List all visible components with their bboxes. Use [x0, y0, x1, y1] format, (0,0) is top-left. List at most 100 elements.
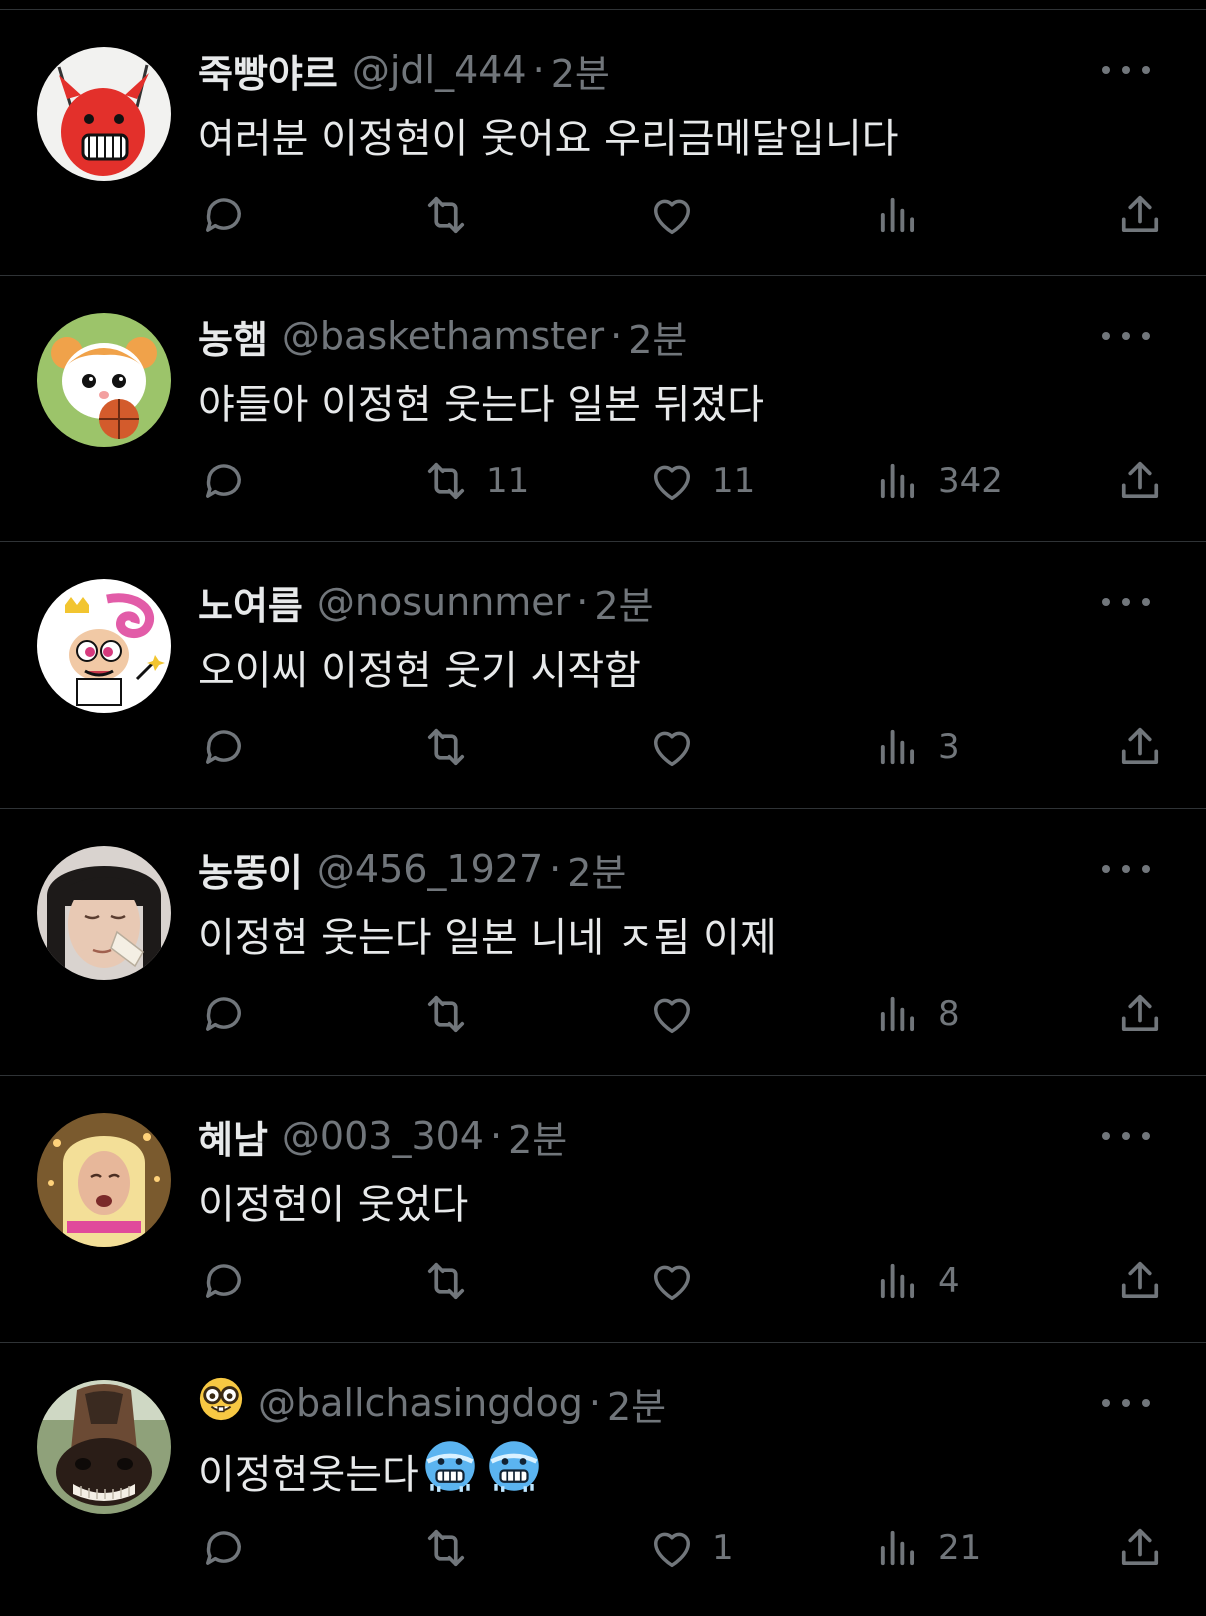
reply-icon — [206, 1264, 241, 1298]
cartoon-fairy-avatar-icon — [37, 579, 171, 713]
like-button[interactable] — [646, 979, 712, 1049]
share-button[interactable] — [1114, 446, 1166, 516]
share-button[interactable] — [1114, 1246, 1166, 1316]
heart-icon — [654, 199, 690, 235]
heart-icon — [654, 465, 690, 501]
more-options-icon[interactable] — [1102, 58, 1150, 82]
share-icon — [1121, 461, 1159, 499]
retweet-icon — [427, 995, 465, 1033]
timestamp[interactable]: 2분 — [628, 309, 687, 364]
views-button[interactable]: 342 — [872, 446, 1003, 516]
share-button[interactable] — [1114, 180, 1166, 250]
timestamp[interactable]: 2분 — [607, 1376, 666, 1431]
retweet-button[interactable] — [420, 1246, 486, 1316]
tweet-item[interactable]: 농뚱이 @456_1927 · 2분 이정현 웃는다 일본 니네 ㅈ됨 이제 8 — [0, 808, 1206, 1074]
user-handle[interactable]: @ballchasingdog — [258, 1381, 583, 1425]
tweet-text: 이정현 웃는다 일본 니네 ㅈ됨 이제 — [198, 915, 777, 961]
tweet-text: 여러분 이정현이 웃어요 우리금메달입니다 — [198, 116, 899, 162]
retweet-button[interactable] — [420, 712, 486, 782]
retweet-icon — [427, 196, 465, 234]
display-name[interactable]: 죽빵야르 — [198, 43, 338, 98]
timestamp[interactable]: 2분 — [508, 1109, 567, 1164]
heart-icon — [654, 998, 690, 1034]
like-count: 1 — [712, 1528, 734, 1568]
tweet-text: 이정현웃는다 — [198, 1452, 419, 1498]
bar-chart-icon — [880, 1263, 915, 1299]
like-button[interactable] — [646, 180, 712, 250]
separator-dot: · — [532, 48, 545, 92]
retweet-button[interactable]: 11 — [420, 446, 529, 516]
timestamp[interactable]: 2분 — [594, 575, 653, 630]
views-button[interactable]: 21 — [872, 1513, 981, 1583]
user-handle[interactable]: @003_304 — [282, 1114, 484, 1158]
display-name[interactable]: 혜남 — [198, 1109, 268, 1164]
reply-icon — [206, 730, 241, 764]
views-button[interactable]: 4 — [872, 1246, 960, 1316]
display-name[interactable]: 농뚱이 — [198, 842, 303, 897]
views-button[interactable]: 8 — [872, 979, 960, 1049]
tweet-item[interactable]: 혜남 @003_304 · 2분 이정현이 웃었다 4 — [0, 1075, 1206, 1341]
separator-dot: · — [549, 847, 562, 891]
more-options-icon[interactable] — [1102, 1124, 1150, 1148]
user-handle[interactable]: @baskethamster — [282, 314, 604, 358]
bar-chart-icon — [880, 197, 915, 233]
avatar[interactable] — [37, 1380, 171, 1514]
share-button[interactable] — [1114, 979, 1166, 1049]
blonde-wig-avatar-icon — [37, 1113, 171, 1247]
like-button[interactable]: 11 — [646, 446, 755, 516]
reply-button[interactable] — [198, 180, 250, 250]
tweet-actions: 4 — [0, 1246, 1206, 1316]
like-button[interactable] — [646, 1246, 712, 1316]
reply-icon — [206, 997, 241, 1031]
share-button[interactable] — [1114, 1513, 1166, 1583]
cold-face-emoji-icon — [423, 1439, 477, 1503]
tweet-item[interactable]: @ballchasingdog · 2분 이정현웃는다 1 21 — [0, 1342, 1206, 1608]
nerd-face-emoji-icon[interactable] — [198, 1376, 244, 1431]
tweet-header: @ballchasingdog · 2분 — [198, 1377, 666, 1429]
separator-dot: · — [576, 580, 589, 624]
more-options-icon[interactable] — [1102, 1391, 1150, 1415]
avatar[interactable] — [37, 313, 171, 447]
avatar[interactable] — [37, 1113, 171, 1247]
heart-icon — [654, 731, 690, 767]
more-options-icon[interactable] — [1102, 857, 1150, 881]
reply-button[interactable] — [198, 1513, 250, 1583]
crying-girl-avatar-icon — [37, 846, 171, 980]
user-handle[interactable]: @456_1927 — [317, 847, 543, 891]
reply-icon — [206, 1531, 241, 1565]
tweet-item[interactable]: 죽빵야르 @jdl_444 · 2분 여러분 이정현이 웃어요 우리금메달입니다 — [0, 9, 1206, 275]
retweet-icon — [427, 462, 465, 500]
tweet-item[interactable]: 노여름 @nosunnmer · 2분 오이씨 이정현 웃기 시작함 3 — [0, 541, 1206, 807]
red-monster-avatar-icon — [37, 47, 171, 181]
display-name[interactable]: 노여름 — [198, 575, 303, 630]
reply-button[interactable] — [198, 1246, 250, 1316]
tweet-item[interactable]: 농햄 @baskethamster · 2분 야들아 이정현 웃는다 일본 뒤졌… — [0, 275, 1206, 541]
user-handle[interactable]: @jdl_444 — [352, 48, 527, 92]
avatar[interactable] — [37, 579, 171, 713]
views-button[interactable]: 3 — [872, 712, 960, 782]
user-handle[interactable]: @nosunnmer — [317, 580, 570, 624]
retweet-button[interactable] — [420, 1513, 486, 1583]
more-options-icon[interactable] — [1102, 324, 1150, 348]
display-name[interactable]: 농햄 — [198, 309, 268, 364]
like-button[interactable] — [646, 712, 712, 782]
view-count: 342 — [938, 461, 1003, 501]
view-count: 4 — [938, 1261, 960, 1301]
retweet-button[interactable] — [420, 979, 486, 1049]
share-button[interactable] — [1114, 712, 1166, 782]
avatar[interactable] — [37, 47, 171, 181]
retweet-button[interactable] — [420, 180, 486, 250]
bar-chart-icon — [880, 1530, 915, 1566]
reply-button[interactable] — [198, 712, 250, 782]
share-icon — [1121, 1528, 1159, 1566]
view-count: 21 — [938, 1528, 982, 1568]
timestamp[interactable]: 2분 — [567, 842, 626, 897]
timestamp[interactable]: 2분 — [551, 43, 610, 98]
more-options-icon[interactable] — [1102, 590, 1150, 614]
reply-button[interactable] — [198, 446, 250, 516]
tweet-header: 농햄 @baskethamster · 2분 — [198, 310, 687, 362]
reply-button[interactable] — [198, 979, 250, 1049]
avatar[interactable] — [37, 846, 171, 980]
like-button[interactable]: 1 — [646, 1513, 734, 1583]
views-button[interactable] — [872, 180, 938, 250]
